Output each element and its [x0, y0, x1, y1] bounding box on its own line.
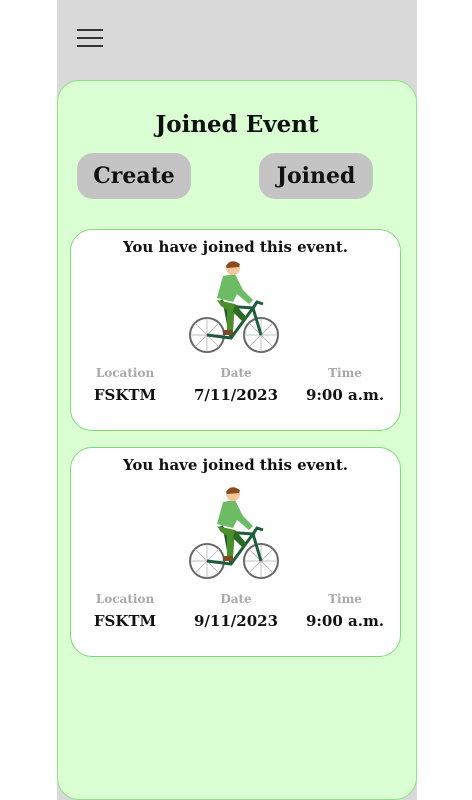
hamburger-menu-icon[interactable] — [77, 26, 105, 50]
time-field: Time 9:00 a.m. — [304, 366, 386, 404]
time-label: Time — [328, 366, 362, 380]
date-value: 7/11/2023 — [193, 386, 279, 404]
create-button[interactable]: Create — [77, 153, 191, 199]
location-label: Location — [95, 592, 155, 606]
time-field: Time 9:00 a.m. — [304, 592, 386, 630]
page-title: Joined Event — [155, 111, 319, 138]
joined-message: You have joined this event. — [123, 238, 348, 256]
time-value: 9:00 a.m. — [305, 612, 385, 630]
joined-events-panel: Joined Event Create Joined You have join… — [57, 80, 417, 800]
event-card[interactable]: You have joined this event. Location FSK… — [70, 229, 401, 431]
date-field: Date 7/11/2023 — [191, 366, 281, 404]
joined-message: You have joined this event. — [123, 456, 348, 474]
time-value: 9:00 a.m. — [305, 386, 385, 404]
phone-frame: Joined Event Create Joined You have join… — [57, 0, 417, 800]
date-field: Date 9/11/2023 — [191, 592, 281, 630]
location-value: FSKTM — [93, 612, 157, 630]
joined-button[interactable]: Joined — [259, 153, 373, 199]
time-label: Time — [328, 592, 362, 606]
cyclist-illustration-icon — [189, 487, 279, 579]
date-label: Date — [220, 366, 252, 380]
event-card[interactable]: You have joined this event. Location FSK… — [70, 447, 401, 657]
cyclist-illustration-icon — [189, 261, 279, 353]
location-value: FSKTM — [93, 386, 157, 404]
location-label: Location — [95, 366, 155, 380]
date-value: 9/11/2023 — [193, 612, 279, 630]
location-field: Location FSKTM — [89, 592, 161, 630]
date-label: Date — [220, 592, 252, 606]
location-field: Location FSKTM — [89, 366, 161, 404]
